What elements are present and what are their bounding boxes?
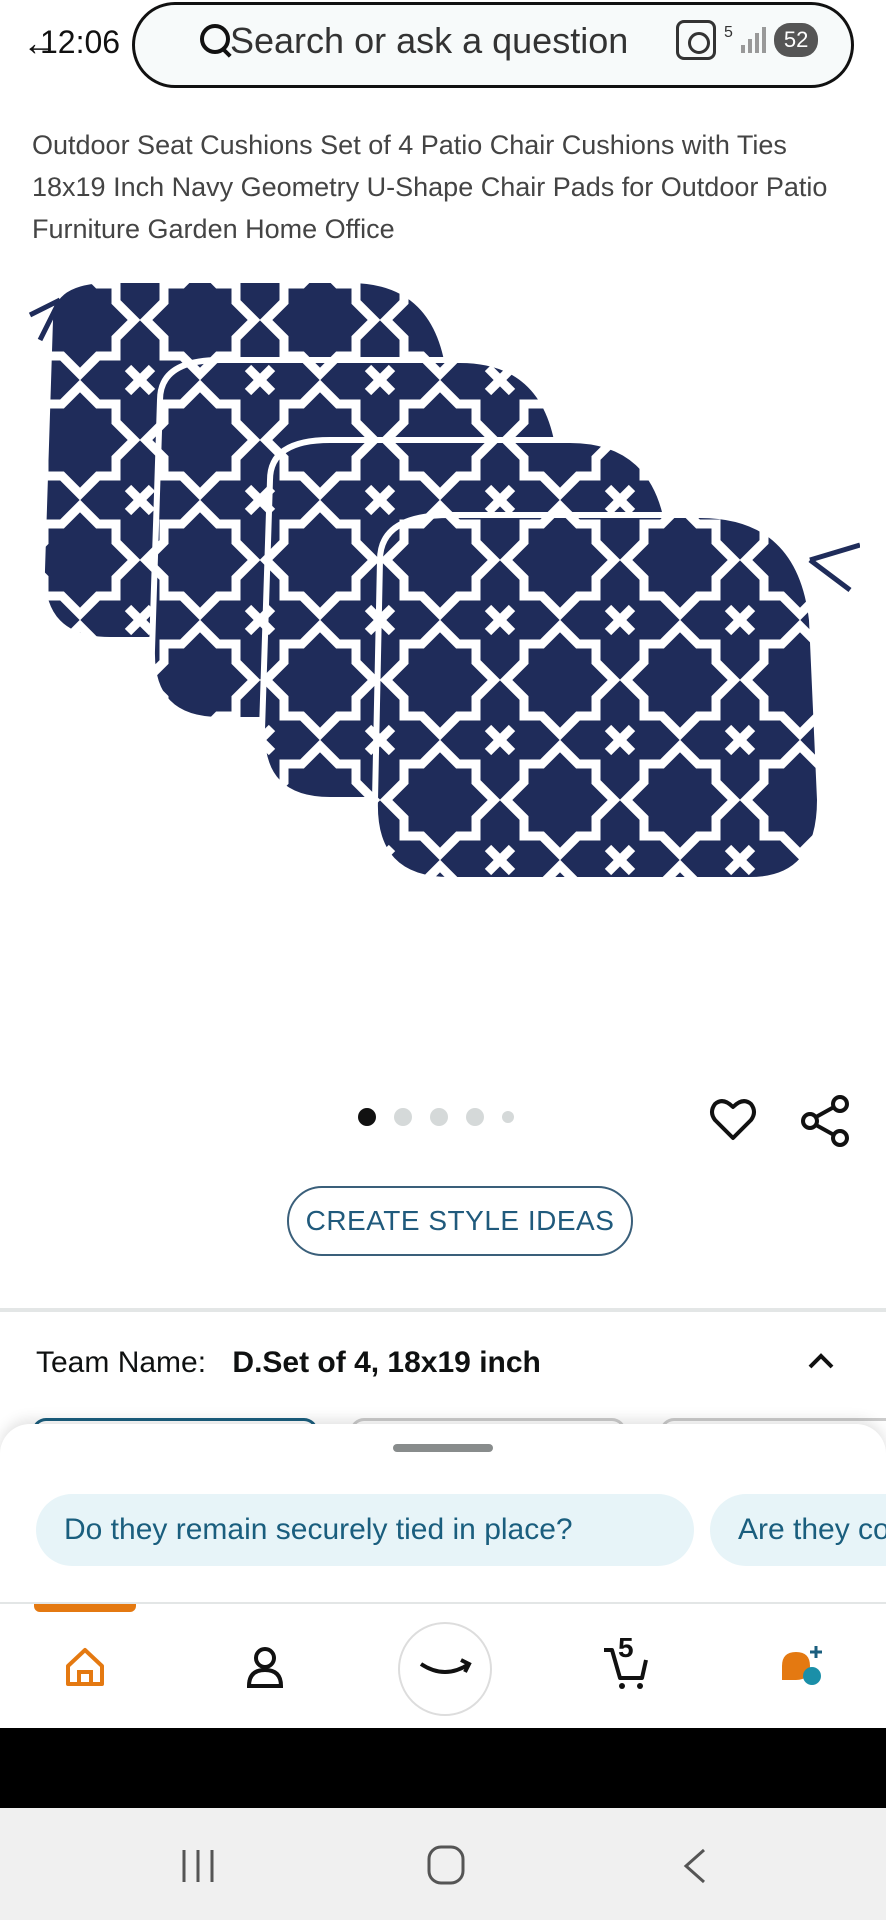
variation-value: D.Set of 4, 18x19 inch	[232, 1346, 541, 1379]
product-image[interactable]	[20, 260, 860, 1020]
heart-icon[interactable]	[708, 1094, 758, 1144]
system-nav-bar	[0, 1808, 886, 1920]
top-bar: ← 12:06 Search or ask a question 5 52	[0, 0, 886, 92]
share-icon[interactable]	[800, 1094, 850, 1148]
carousel-dot-5[interactable]	[502, 1111, 514, 1123]
wifi-badge: 5	[724, 24, 733, 41]
cushion-4	[371, 512, 860, 883]
camera-search-icon[interactable]	[676, 20, 716, 60]
variation-row[interactable]: Team Name: D.Set of 4, 18x19 inch	[36, 1346, 541, 1380]
carousel-dot-3[interactable]	[430, 1108, 448, 1126]
ai-assistant-icon	[782, 1646, 822, 1685]
section-divider	[0, 1308, 886, 1312]
signal-icon	[740, 27, 766, 53]
status-icons: 5 52	[676, 20, 819, 60]
status-time: 12:06	[40, 24, 121, 60]
create-style-ideas-button[interactable]: CREATE STYLE IDEAS	[287, 1186, 633, 1256]
account-icon	[246, 1647, 284, 1688]
suggestions-sheet: Do they remain securely tied in place? A…	[0, 1424, 886, 1602]
rufus-icon	[419, 1658, 472, 1674]
active-tab-indicator	[34, 1604, 136, 1612]
black-band	[0, 1728, 886, 1808]
cart-count: 5	[618, 1632, 634, 1663]
drag-handle[interactable]	[393, 1444, 493, 1452]
home-icon	[66, 1648, 104, 1686]
image-carousel-dots[interactable]	[358, 1108, 514, 1126]
search-icon	[200, 24, 230, 54]
nav-home[interactable]	[50, 1632, 120, 1702]
camera-badge: 52	[773, 23, 819, 57]
nav-account[interactable]	[230, 1632, 300, 1702]
search-input[interactable]: Search or ask a question	[230, 20, 628, 62]
suggestion-chip-1[interactable]: Do they remain securely tied in place?	[36, 1494, 694, 1566]
product-title: Outdoor Seat Cushions Set of 4 Patio Cha…	[32, 130, 828, 244]
carousel-dot-4[interactable]	[466, 1108, 484, 1126]
carousel-dot-2[interactable]	[394, 1108, 412, 1126]
bottom-nav: 5	[0, 1602, 886, 1730]
chevron-up-icon[interactable]	[806, 1346, 836, 1376]
recent-apps-icon[interactable]	[178, 1848, 218, 1884]
variation-label: Team Name:	[36, 1346, 207, 1379]
nav-rufus[interactable]	[398, 1622, 492, 1716]
suggestion-chip-2[interactable]: Are they comfortable	[710, 1494, 886, 1566]
carousel-dot-1[interactable]	[358, 1108, 376, 1126]
home-button-icon[interactable]	[426, 1844, 466, 1886]
nav-ai-assistant[interactable]	[766, 1632, 836, 1702]
back-button-icon[interactable]	[680, 1846, 710, 1886]
